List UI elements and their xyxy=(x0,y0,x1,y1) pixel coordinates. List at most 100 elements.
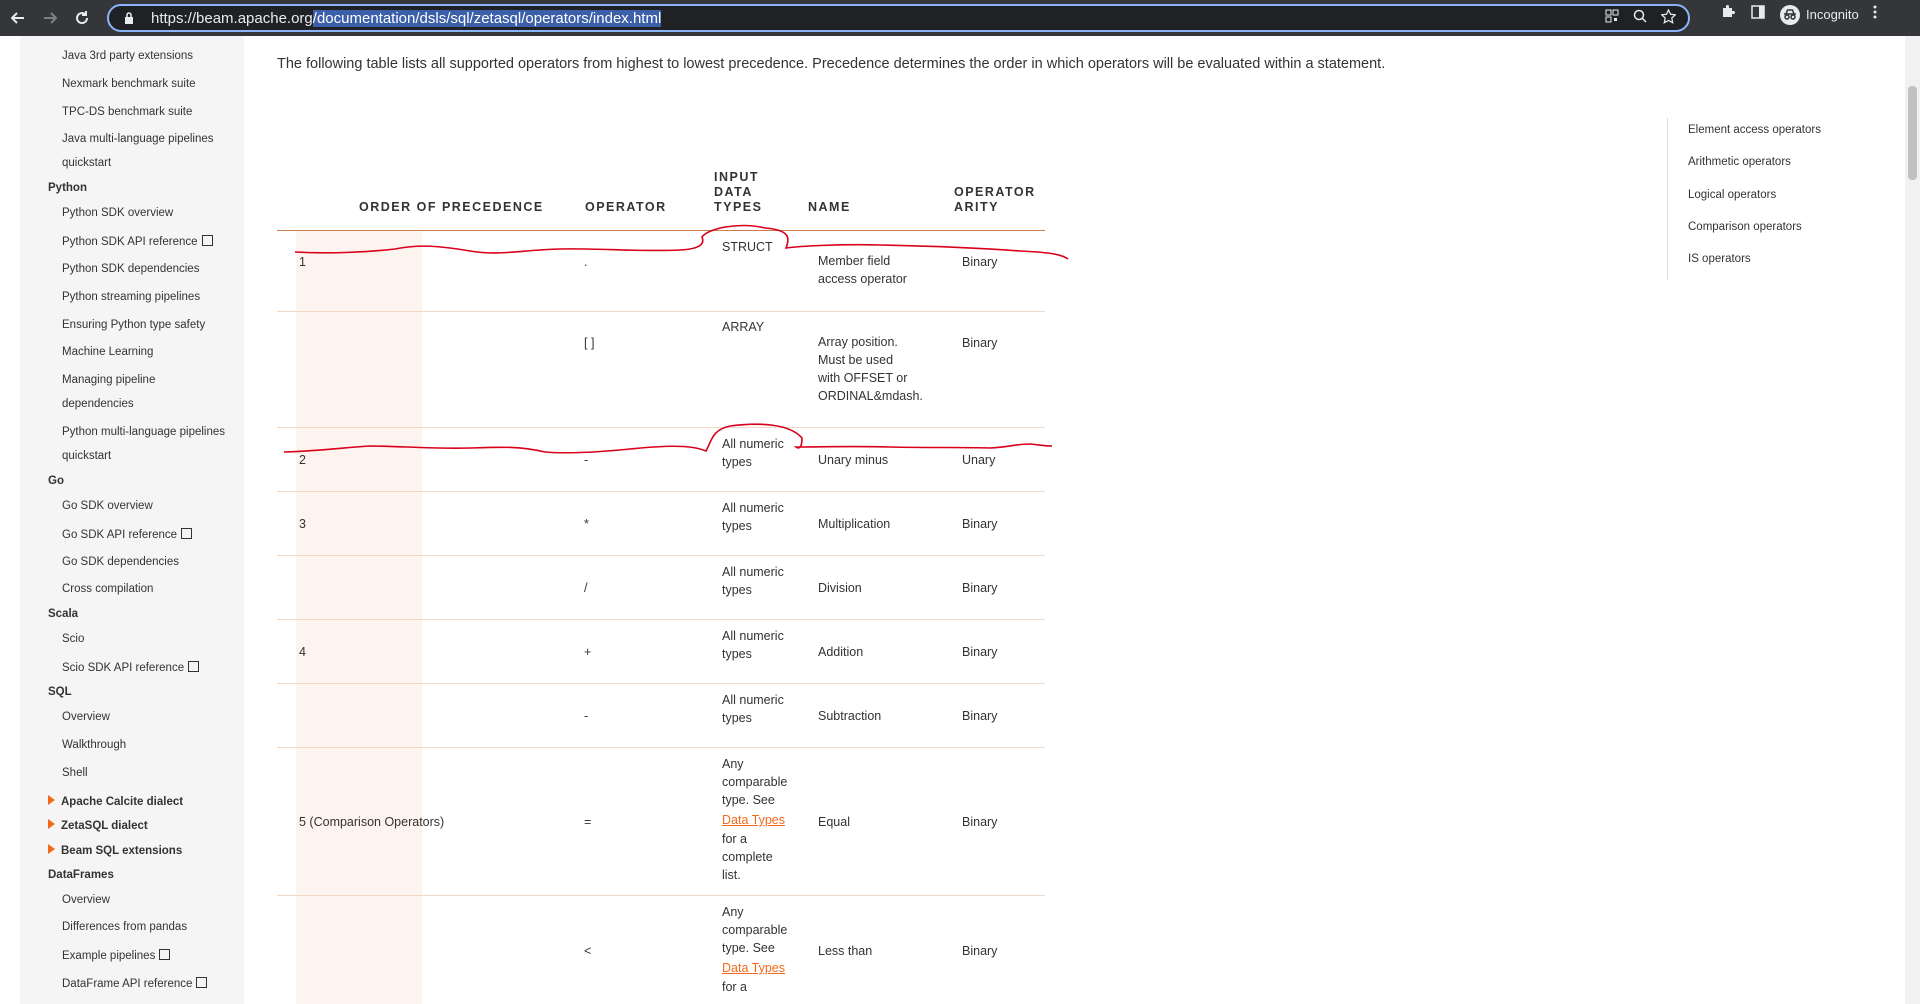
toc-item-arithmetic-operators[interactable]: Arithmetic operators xyxy=(1688,156,1791,168)
sidebar-item-cross-compilation[interactable]: Cross compilation xyxy=(62,583,153,595)
sidebar-item-label: dependencies xyxy=(62,398,134,411)
more-menu-icon[interactable] xyxy=(1873,4,1877,25)
sidebar-item-label: Python multi-language pipelines xyxy=(62,426,226,438)
operator-cell: < xyxy=(584,943,592,958)
sidebar-item-machine-learning[interactable]: Machine Learning xyxy=(62,346,153,358)
sidebar-item-label: Scala xyxy=(48,608,79,621)
operator-cell: - xyxy=(584,709,589,723)
sidebar-item-beam-sql-extensions[interactable]: Beam SQL extensions xyxy=(48,843,182,857)
sidebar-item-label: SQL xyxy=(48,686,72,699)
sidebar-item-go-sdk-dependencies[interactable]: Go SDK dependencies xyxy=(62,556,179,568)
external-link-icon xyxy=(159,949,171,961)
operator-cell: [ ] xyxy=(584,336,595,350)
operator-name-cell: Subtraction xyxy=(818,709,882,723)
external-link-icon xyxy=(196,977,208,988)
sidebar-item-sql[interactable]: SQL xyxy=(48,686,72,698)
profile-button[interactable]: Incognito xyxy=(1780,4,1859,25)
sidebar-item-example-pipelines[interactable]: Example pipelines xyxy=(62,949,171,962)
sidebar-item-overview[interactable]: Overview xyxy=(62,711,110,723)
sidebar-item-walkthrough[interactable]: Walkthrough xyxy=(62,739,126,751)
row-divider xyxy=(277,683,1045,684)
arrow-left-icon xyxy=(10,12,24,24)
sidebar-item-nexmark-benchmark-suite[interactable]: Nexmark benchmark suite xyxy=(62,78,196,90)
sidebar-item-python-sdk-api-reference[interactable]: Python SDK API reference xyxy=(62,235,213,248)
sidebar-item-java-3rd-party-extensions[interactable]: Java 3rd party extensions xyxy=(62,50,193,62)
sidebar-item-quickstart[interactable]: quickstart xyxy=(62,450,111,462)
input-types-cell: types xyxy=(722,583,752,597)
sidebar-item-dependencies[interactable]: dependencies xyxy=(62,398,134,410)
sidebar-item-shell[interactable]: Shell xyxy=(62,767,88,779)
sidebar-item-scala[interactable]: Scala xyxy=(48,608,78,620)
sidebar-item-overview[interactable]: Overview xyxy=(62,894,110,906)
precedence-cell: 3 xyxy=(299,517,306,531)
operator-cell: = xyxy=(584,815,592,829)
sidebar-item-label: TPC-DS benchmark suite xyxy=(62,105,193,118)
sidebar-item-label: DataFrame API reference xyxy=(62,978,193,990)
address-bar[interactable]: https://beam.apache.org/documentation/ds… xyxy=(107,4,1690,32)
caret-right-icon xyxy=(48,819,55,830)
reload-button[interactable] xyxy=(68,4,96,32)
input-types-cell: list. xyxy=(722,868,741,882)
input-types-cell: types xyxy=(722,455,752,469)
operator-name-cell: access operator xyxy=(818,272,907,286)
sidebar-item-label: Go xyxy=(48,475,64,487)
toc-item-is-operators[interactable]: IS operators xyxy=(1688,253,1751,265)
sidebar-item-scio-sdk-api-reference[interactable]: Scio SDK API reference xyxy=(62,661,200,674)
docs-sidebar: Java 3rd party extensions Nexmark benchma… xyxy=(0,36,244,1004)
page-scrollbar[interactable] xyxy=(1905,36,1920,1004)
sidebar-item-zetasql-dialect[interactable]: ZetaSQL dialect xyxy=(48,819,148,832)
arity-cell: Binary xyxy=(962,581,998,595)
sidebar-item-quickstart[interactable]: quickstart xyxy=(62,157,111,169)
sidebar-item-differences-from-pandas[interactable]: Differences from pandas xyxy=(62,921,187,933)
sidebar-item-go-sdk-api-reference[interactable]: Go SDK API reference xyxy=(62,527,193,541)
extensions-icon[interactable] xyxy=(1720,4,1736,25)
sidebar-item-label: Go SDK API reference xyxy=(62,528,178,541)
sidebar-item-label: Java multi-language pipelines xyxy=(62,133,214,146)
data-types-link[interactable]: Data Types xyxy=(722,959,785,977)
sidebar-item-python[interactable]: Python xyxy=(48,182,87,194)
sidebar-item-apache-calcite-dialect[interactable]: Apache Calcite dialect xyxy=(48,794,183,808)
sidebar-item-dataframe-api-reference[interactable]: DataFrame API reference xyxy=(62,977,208,990)
sidebar-item-python-sdk-overview[interactable]: Python SDK overview xyxy=(62,207,173,219)
sidebar-item-label: Go SDK overview xyxy=(62,500,153,512)
arity-cell: Binary xyxy=(962,336,998,350)
input-types-cell: comparable xyxy=(722,775,788,789)
sidebar-item-tpc-ds-benchmark-suite[interactable]: TPC-DS benchmark suite xyxy=(62,106,192,118)
row-divider xyxy=(277,747,1045,748)
forward-button[interactable] xyxy=(36,4,64,32)
qr-code-icon[interactable] xyxy=(1605,9,1619,28)
toc-item-comparison-operators[interactable]: Comparison operators xyxy=(1688,221,1802,233)
operator-name-cell: Division xyxy=(818,581,862,595)
sidebar-item-label: Python xyxy=(48,182,87,195)
header-arity-1: OPERATOR xyxy=(954,185,1036,199)
toc-item-logical-operators[interactable]: Logical operators xyxy=(1688,189,1776,201)
sidebar-item-go-sdk-overview[interactable]: Go SDK overview xyxy=(62,500,153,512)
operator-name-cell: Must be used xyxy=(818,353,894,367)
sidebar-item-python-multi-language-pipelines[interactable]: Python multi-language pipelines xyxy=(62,426,225,438)
sidebar-item-python-sdk-dependencies[interactable]: Python SDK dependencies xyxy=(62,263,199,275)
sidebar-item-dataframes[interactable]: DataFrames xyxy=(48,869,114,881)
url-text[interactable]: https://beam.apache.org/documentation/ds… xyxy=(151,9,662,27)
sidebar-item-java-multi-language-pipelines[interactable]: Java multi-language pipelines xyxy=(62,133,214,145)
bookmark-star-icon[interactable] xyxy=(1660,8,1677,28)
sidebar-item-managing-pipeline[interactable]: Managing pipeline xyxy=(62,374,155,386)
external-link-icon xyxy=(181,527,193,539)
browser-toolbar: https://beam.apache.org/documentation/ds… xyxy=(0,0,1920,36)
toc-item-element-access-operators[interactable]: Element access operators xyxy=(1688,124,1821,136)
scrollbar-thumb[interactable] xyxy=(1908,86,1917,180)
sidebar-item-label: Shell xyxy=(62,766,88,779)
side-panel-icon[interactable] xyxy=(1750,4,1766,25)
data-types-link-text[interactable]: Data Types xyxy=(722,813,785,827)
sidebar-item-scio[interactable]: Scio xyxy=(62,633,84,645)
sidebar-item-go[interactable]: Go xyxy=(48,475,64,487)
precedence-cell: 2 xyxy=(299,453,306,467)
data-types-link-text[interactable]: Data Types xyxy=(722,961,785,975)
sidebar-item-ensuring-python-type-safety[interactable]: Ensuring Python type safety xyxy=(62,319,205,331)
data-types-link[interactable]: Data Types xyxy=(722,811,785,829)
zoom-icon[interactable] xyxy=(1633,9,1647,28)
back-button[interactable] xyxy=(4,4,32,32)
external-link-icon xyxy=(188,661,200,673)
sidebar-item-python-streaming-pipelines[interactable]: Python streaming pipelines xyxy=(62,291,200,303)
sidebar-item-label: quickstart xyxy=(62,157,112,170)
header-input-3: TYPES xyxy=(714,200,763,214)
